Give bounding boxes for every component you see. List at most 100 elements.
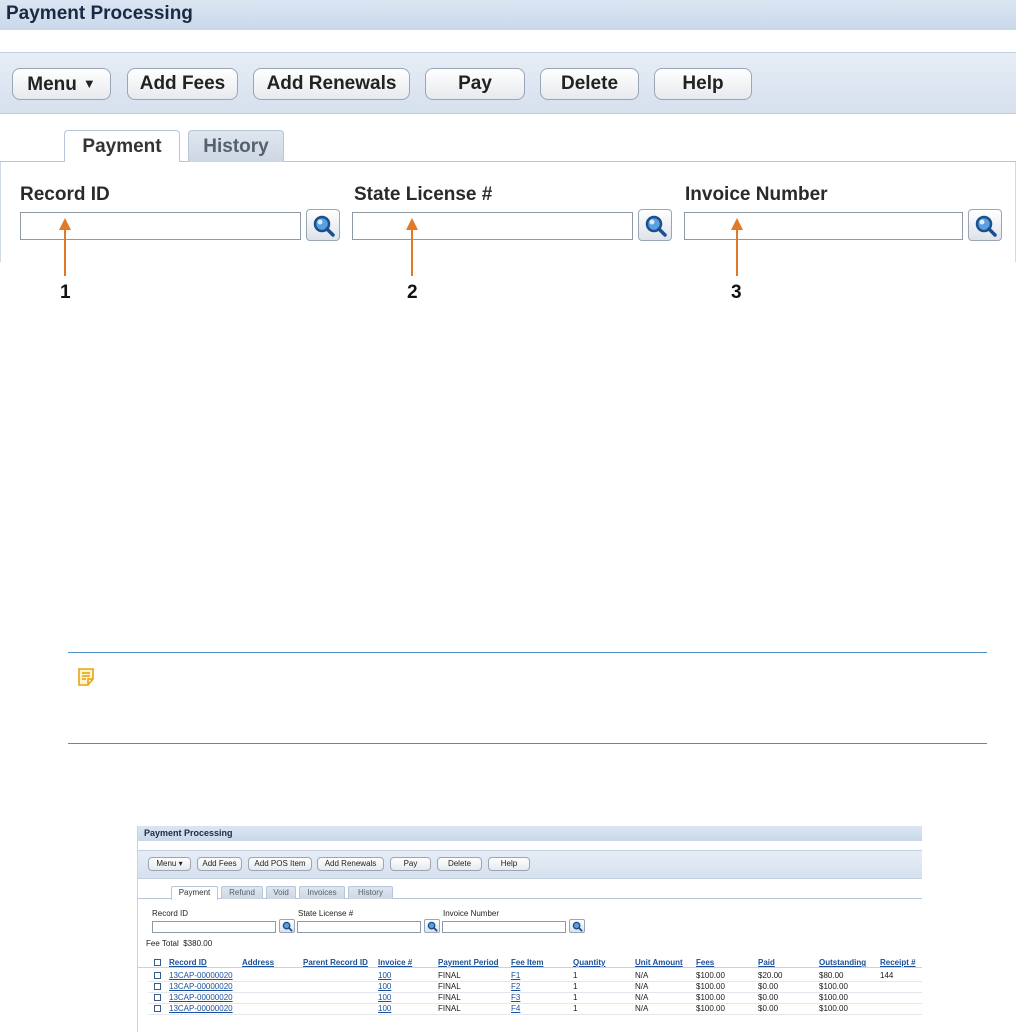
col-outstanding[interactable]: Outstanding: [819, 958, 866, 967]
fees-cell: $100.00: [696, 982, 725, 991]
row-checkbox[interactable]: [154, 1005, 161, 1012]
small-invoice-number-search-button[interactable]: [569, 919, 585, 933]
small-state-license-input[interactable]: [297, 921, 421, 933]
title-bar: Payment Processing: [0, 0, 1016, 30]
invoice-link[interactable]: 100: [378, 993, 391, 1002]
paid-cell: $0.00: [758, 1004, 779, 1013]
outstanding-cell: $100.00: [819, 993, 848, 1002]
col-payment-period[interactable]: Payment Period: [438, 958, 498, 967]
pay-button[interactable]: Pay: [425, 68, 525, 100]
tab-history[interactable]: History: [188, 130, 284, 162]
small-state-license-search-button[interactable]: [424, 919, 440, 933]
chevron-down-icon: ▼: [82, 76, 96, 91]
small-tab-void[interactable]: Void: [266, 886, 296, 899]
add-renewals-button[interactable]: Add Renewals: [253, 68, 410, 100]
small-menu-button[interactable]: Menu ▾: [148, 857, 191, 871]
menu-button[interactable]: Menu ▼: [12, 68, 111, 100]
fee-item-link[interactable]: F3: [511, 993, 520, 1002]
tab-payment[interactable]: Payment: [64, 130, 180, 163]
small-tab-invoices[interactable]: Invoices: [299, 886, 345, 899]
col-receipt[interactable]: Receipt #: [880, 958, 916, 967]
receipt-cell: 144: [880, 971, 894, 980]
col-fee-item[interactable]: Fee Item: [511, 958, 543, 967]
fee-item-link[interactable]: F2: [511, 982, 520, 991]
invoice-number-input[interactable]: [684, 212, 963, 240]
fee-item-link[interactable]: F1: [511, 971, 520, 980]
help-button[interactable]: Help: [654, 68, 752, 100]
add-fees-button[interactable]: Add Fees: [127, 68, 238, 100]
small-add-renewals-button[interactable]: Add Renewals: [317, 857, 384, 871]
col-paid[interactable]: Paid: [758, 958, 775, 967]
quantity-cell: 1: [573, 993, 578, 1002]
row-checkbox[interactable]: [154, 972, 161, 979]
callout-number-1: 1: [60, 282, 71, 303]
search-icon: [572, 921, 583, 932]
invoice-link[interactable]: 100: [378, 982, 391, 991]
small-pay-button[interactable]: Pay: [390, 857, 431, 871]
record-id-link[interactable]: 13CAP-00000020: [169, 971, 233, 980]
chevron-down-icon: ▾: [176, 859, 183, 868]
small-record-id-search-button[interactable]: [279, 919, 295, 933]
payment-period-cell: FINAL: [438, 1004, 461, 1013]
unit-amount-cell: N/A: [635, 971, 649, 980]
col-record-id[interactable]: Record ID: [169, 958, 207, 967]
small-record-id-input[interactable]: [152, 921, 276, 933]
search-icon: [975, 215, 997, 237]
col-fees[interactable]: Fees: [696, 958, 714, 967]
invoice-link[interactable]: 100: [378, 971, 391, 980]
col-parent-record-id[interactable]: Parent Record ID: [303, 958, 368, 967]
record-id-link[interactable]: 13CAP-00000020: [169, 982, 233, 991]
callout-line-1: [64, 228, 66, 276]
fee-total: Fee Total $380.00: [146, 939, 212, 948]
callout-number-3: 3: [731, 282, 742, 303]
col-invoice[interactable]: Invoice #: [378, 958, 412, 967]
small-add-fees-button[interactable]: Add Fees: [197, 857, 242, 871]
record-id-link[interactable]: 13CAP-00000020: [169, 993, 233, 1002]
small-add-pos-item-button[interactable]: Add POS Item: [248, 857, 312, 871]
state-license-input[interactable]: [352, 212, 633, 240]
callout-number-2: 2: [407, 282, 418, 303]
unit-amount-cell: N/A: [635, 982, 649, 991]
delete-button[interactable]: Delete: [540, 68, 639, 100]
fee-total-value: $380.00: [183, 939, 213, 948]
col-address[interactable]: Address: [242, 958, 274, 967]
small-delete-button[interactable]: Delete: [437, 857, 482, 871]
search-icon: [645, 215, 667, 237]
col-unit-amount[interactable]: Unit Amount: [635, 958, 683, 967]
invoice-number-label: Invoice Number: [685, 184, 828, 205]
payment-period-cell: FINAL: [438, 993, 461, 1002]
small-tab-payment[interactable]: Payment: [171, 886, 218, 900]
outstanding-cell: $100.00: [819, 982, 848, 991]
payment-period-cell: FINAL: [438, 982, 461, 991]
small-invoice-number-input[interactable]: [442, 921, 566, 933]
col-quantity[interactable]: Quantity: [573, 958, 605, 967]
invoice-link[interactable]: 100: [378, 1004, 391, 1013]
invoice-number-search-button[interactable]: [968, 209, 1002, 241]
paid-cell: $0.00: [758, 993, 779, 1002]
payment-period-cell: FINAL: [438, 971, 461, 980]
record-id-link[interactable]: 13CAP-00000020: [169, 1004, 233, 1013]
small-tab-history[interactable]: History: [348, 886, 393, 899]
small-title-bar: Payment Processing: [138, 826, 922, 841]
row-checkbox[interactable]: [154, 994, 161, 1001]
small-invoice-number-label: Invoice Number: [443, 909, 500, 918]
menu-button-label: Menu: [27, 74, 77, 95]
main-screenshot: Payment Processing Menu ▼ Add Fees Add Re…: [0, 0, 1016, 310]
small-record-id-label: Record ID: [152, 909, 189, 918]
small-help-button[interactable]: Help: [488, 857, 530, 871]
table-row[interactable]: 13CAP-00000020 100 FINAL F4 1 N/A $100.0…: [138, 1003, 922, 1014]
fee-item-link[interactable]: F4: [511, 1004, 520, 1013]
detail-screenshot: Payment Processing Menu ▾ Add Fees Add P…: [137, 826, 922, 1032]
state-license-search-button[interactable]: [638, 209, 672, 241]
table-row[interactable]: 13CAP-00000020 100 FINAL F2 1 N/A $100.0…: [138, 981, 922, 992]
table-row[interactable]: 13CAP-00000020 100 FINAL F3 1 N/A $100.0…: [138, 992, 922, 1003]
note-top-rule: [68, 652, 987, 653]
select-all-checkbox[interactable]: [154, 959, 161, 966]
callout-line-3: [736, 228, 738, 276]
row-checkbox[interactable]: [154, 983, 161, 990]
fee-total-label: Fee Total: [146, 939, 179, 948]
small-tab-refund[interactable]: Refund: [221, 886, 263, 899]
table-row[interactable]: 13CAP-00000020 100 FINAL F1 1 N/A $100.0…: [138, 970, 922, 981]
note-bottom-rule: [68, 743, 987, 744]
record-id-search-button[interactable]: [306, 209, 340, 241]
